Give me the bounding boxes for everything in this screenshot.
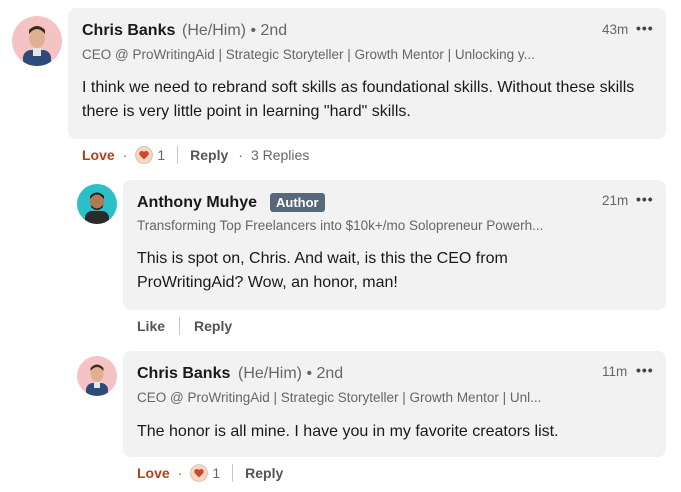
comment-text: I think we need to rebrand soft skills a… <box>82 79 635 120</box>
comment-text: The honor is all mine. I have you in my … <box>137 423 559 440</box>
avatar-chris-banks[interactable] <box>77 356 117 396</box>
like-button[interactable]: Like <box>137 318 165 334</box>
author-badge: Author <box>270 193 325 212</box>
profile-photo-icon <box>77 184 117 224</box>
commenter-name[interactable]: Chris Banks <box>82 22 175 40</box>
profile-photo-icon <box>77 356 117 396</box>
reply-actions: Like Reply <box>137 317 232 335</box>
more-options-icon[interactable]: ••• <box>636 191 654 207</box>
comment-timestamp: 21m <box>602 193 629 208</box>
commenter-name[interactable]: Chris Banks <box>137 365 230 383</box>
more-options-icon[interactable]: ••• <box>636 20 654 36</box>
divider <box>177 146 179 164</box>
profile-photo-icon <box>12 16 62 66</box>
commenter-headline: Transforming Top Freelancers into $10k+/… <box>137 218 544 233</box>
separator-dot: · <box>177 465 183 481</box>
comment-timestamp: 11m <box>602 364 628 379</box>
commenter-pronouns-degree: (He/Him) • 2nd <box>238 365 344 382</box>
heart-reaction-icon[interactable] <box>135 146 154 164</box>
comment-timestamp: 43m <box>602 22 629 37</box>
reply-button[interactable]: Reply <box>245 465 283 481</box>
reaction-love-button[interactable]: Love <box>137 465 170 481</box>
commenter-headline: CEO @ ProWritingAid | Strategic Storytel… <box>82 47 535 62</box>
divider <box>179 317 181 335</box>
reaction-count[interactable]: 1 <box>212 465 220 481</box>
heart-reaction-icon[interactable] <box>190 464 209 482</box>
separator-dot: · <box>238 147 243 163</box>
reply-actions: Love · 1 Reply <box>137 464 283 482</box>
commenter-headline: CEO @ ProWritingAid | Strategic Storytel… <box>137 390 542 405</box>
reply-button[interactable]: Reply <box>190 147 228 163</box>
reaction-love-button[interactable]: Love <box>82 147 115 163</box>
replies-count-link[interactable]: 3 Replies <box>251 147 309 163</box>
commenter-pronouns-degree: (He/Him) • 2nd <box>182 22 288 39</box>
comment-actions: Love · 1 Reply · 3 Replies <box>82 146 309 164</box>
avatar-chris-banks[interactable] <box>12 16 62 66</box>
reply-button[interactable]: Reply <box>194 318 232 334</box>
separator-dot: · <box>122 147 128 163</box>
divider <box>232 464 234 482</box>
commenter-name[interactable]: Anthony Muhye <box>137 194 257 212</box>
reaction-count[interactable]: 1 <box>157 147 165 163</box>
more-options-icon[interactable]: ••• <box>636 362 654 378</box>
comment-text: This is spot on, Chris. And wait, is thi… <box>137 250 508 291</box>
avatar-anthony-muhye[interactable] <box>77 184 117 224</box>
